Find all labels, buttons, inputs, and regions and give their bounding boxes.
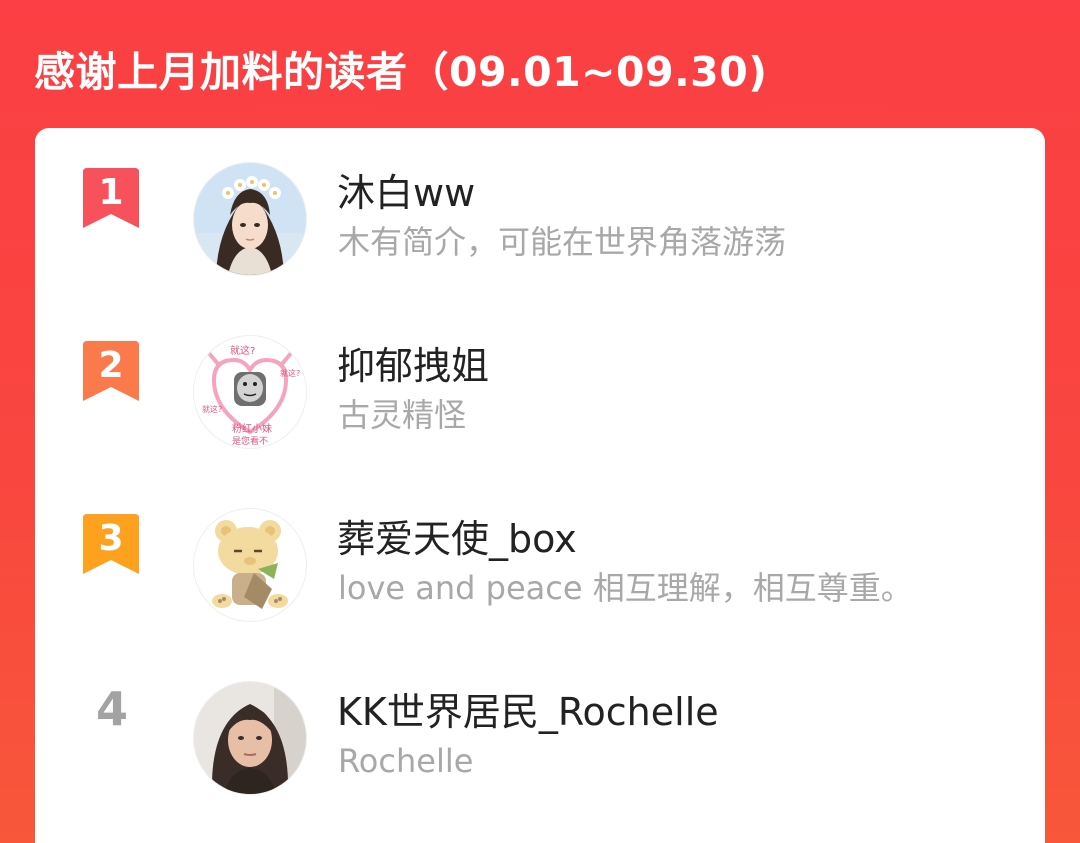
rank-badge: 1: [81, 162, 141, 232]
anime-avatar-icon: [194, 163, 306, 275]
reader-row[interactable]: 3 葬爱天使_box love and peace 相互理解，相互尊重。: [35, 474, 1045, 624]
rank-number: 2: [98, 345, 123, 386]
rank-number: 3: [98, 518, 123, 559]
reader-bio: love and peace 相互理解，相互尊重。: [338, 569, 913, 607]
reader-bio: 木有简介，可能在世界角落游荡: [338, 223, 787, 261]
rank-number: 1: [98, 172, 123, 213]
reader-bio: 古灵精怪: [338, 396, 467, 434]
avatar[interactable]: 就这? 就这? 就这? 粉红小妹 是您看不: [193, 335, 307, 449]
reader-name[interactable]: KK世界居民_Rochelle: [337, 687, 719, 737]
avatar[interactable]: [193, 681, 307, 795]
reader-name[interactable]: 抑郁拽姐: [337, 341, 489, 391]
bookmark-ribbon-icon: 2: [83, 341, 139, 401]
reader-bio: Rochelle: [338, 742, 474, 780]
readers-page: 感谢上月加料的读者（09.01~09.30) 1 沐白ww 木有简介，可能在世界…: [0, 0, 1080, 843]
avatar-text: 粉红小妹: [232, 422, 272, 435]
rank-number: 4: [95, 682, 128, 736]
bookmark-ribbon-icon: 1: [83, 168, 139, 228]
meme-avatar-icon: 就这? 就这? 就这? 粉红小妹 是您看不: [194, 336, 306, 448]
avatar-text: 就这?: [230, 344, 255, 357]
bookmark-ribbon-icon: 3: [83, 514, 139, 574]
avatar-text: 就这?: [280, 368, 300, 378]
avatar[interactable]: [193, 162, 307, 276]
reader-row[interactable]: 2 就这? 就这? 就这? 粉红小妹 是您看不 抑郁拽姐 古灵精怪: [35, 301, 1045, 451]
reader-row[interactable]: 4 KK世界居民_Rochelle Rochelle: [35, 647, 1045, 797]
rank-badge: 3: [81, 508, 141, 578]
reader-name[interactable]: 葬爱天使_box: [337, 514, 577, 564]
reader-row[interactable]: 1 沐白ww 木有简介，可能在世界角落游荡: [35, 128, 1045, 278]
avatar-text: 是您看不: [232, 435, 268, 447]
avatar-text: 就这?: [202, 404, 222, 414]
photo-avatar-icon: [194, 682, 306, 794]
reader-name[interactable]: 沐白ww: [337, 168, 475, 218]
reader-list-card: 1 沐白ww 木有简介，可能在世界角落游荡 2 就这? 就这? 就这? 粉红小妹…: [35, 128, 1045, 843]
bear-avatar-icon: [194, 509, 306, 621]
page-title: 感谢上月加料的读者（09.01~09.30): [34, 48, 768, 96]
avatar[interactable]: [193, 508, 307, 622]
rank-badge: 2: [81, 335, 141, 405]
